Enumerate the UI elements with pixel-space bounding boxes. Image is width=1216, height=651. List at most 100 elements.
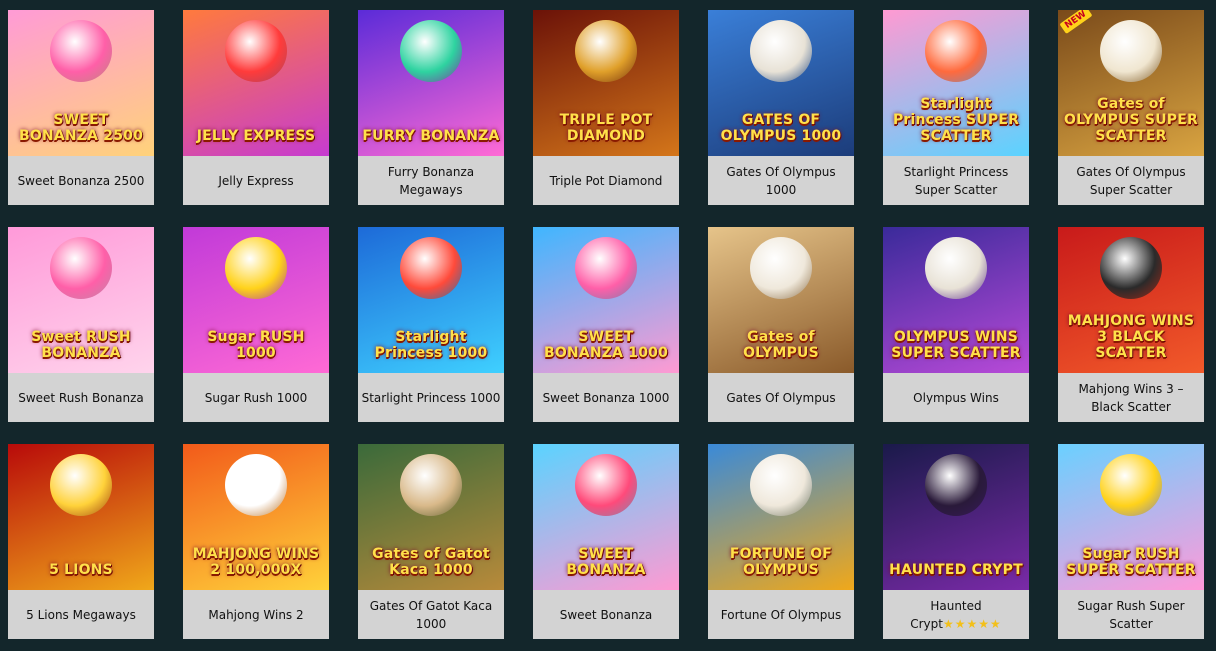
game-card[interactable]: Gates of OLYMPUS Gates Of Olympus	[708, 227, 854, 422]
game-card[interactable]: 5 LIONS 5 Lions Megaways	[8, 444, 154, 639]
game-thumbnail[interactable]: SWEET BONANZA 2500	[8, 10, 154, 156]
game-logo: SWEET BONANZA 1000	[543, 329, 669, 361]
game-card[interactable]: Starlight Princess SUPER SCATTER Starligh…	[883, 10, 1029, 205]
game-card[interactable]: GATES OF OLYMPUS 1000 Gates Of Olympus 10…	[708, 10, 854, 205]
game-card[interactable]: SWEET BONANZA 2500 Sweet Bonanza 2500	[8, 10, 154, 205]
game-thumbnail[interactable]: Sweet RUSH BONANZA	[8, 227, 154, 373]
game-title-text: Triple Pot Diamond	[549, 173, 663, 188]
game-logo: Gates of OLYMPUS	[743, 329, 819, 361]
game-thumbnail[interactable]: SWEET BONANZA 1000	[533, 227, 679, 373]
game-title[interactable]: Gates Of Gatot Kaca 1000	[358, 590, 504, 639]
game-thumbnail[interactable]: GATES OF OLYMPUS 1000	[708, 10, 854, 156]
game-artwork	[50, 237, 112, 299]
game-title-text: Sugar Rush Super Scatter	[1077, 598, 1185, 631]
game-title[interactable]: Furry Bonanza Megaways	[358, 156, 504, 205]
game-card[interactable]: SWEET BONANZA 1000 Sweet Bonanza 1000	[533, 227, 679, 422]
game-thumbnail[interactable]: Gates of Gatot Kaca 1000	[358, 444, 504, 590]
game-card[interactable]: Sugar RUSH 1000 Sugar Rush 1000	[183, 227, 329, 422]
game-title-text: Fortune Of Olympus	[720, 607, 842, 622]
game-title[interactable]: Sugar Rush Super Scatter	[1058, 590, 1204, 639]
game-artwork	[1100, 237, 1162, 299]
game-grid: SWEET BONANZA 2500 Sweet Bonanza 2500 JELL…	[0, 0, 1216, 651]
game-title[interactable]: Jelly Express	[183, 156, 329, 205]
game-artwork	[575, 20, 637, 82]
game-thumbnail[interactable]: 5 LIONS	[8, 444, 154, 590]
game-logo: Starlight Princess SUPER SCATTER	[892, 96, 1020, 144]
game-card[interactable]: HAUNTED CRYPT Haunted Crypt★★★★★	[883, 444, 1029, 639]
game-artwork	[50, 20, 112, 82]
game-card[interactable]: Gates of OLYMPUS SUPER SCATTER NEW Gates O…	[1058, 10, 1204, 205]
game-thumbnail[interactable]: FORTUNE OF OLYMPUS	[708, 444, 854, 590]
game-card[interactable]: FORTUNE OF OLYMPUS Fortune Of Olympus	[708, 444, 854, 639]
game-artwork	[400, 20, 462, 82]
game-card[interactable]: TRIPLE POT DIAMOND Triple Pot Diamond	[533, 10, 679, 205]
game-title[interactable]: Sweet Bonanza 1000	[533, 373, 679, 422]
game-title[interactable]: Starlight Princess Super Scatter	[883, 156, 1029, 205]
game-thumbnail[interactable]: TRIPLE POT DIAMOND	[533, 10, 679, 156]
game-thumbnail[interactable]: Starlight Princess 1000	[358, 227, 504, 373]
game-thumbnail[interactable]: Gates of OLYMPUS SUPER SCATTER NEW	[1058, 10, 1204, 156]
game-artwork	[925, 20, 987, 82]
game-title-text: Sugar Rush 1000	[204, 390, 308, 405]
game-logo: JELLY EXPRESS	[196, 128, 316, 144]
game-title[interactable]: Mahjong Wins 3 – Black Scatter	[1058, 373, 1204, 422]
game-title-text: Gates Of Olympus Super Scatter	[1076, 164, 1186, 197]
game-artwork	[400, 454, 462, 516]
game-card[interactable]: MAHJONG WINS 2 100,000X Mahjong Wins 2	[183, 444, 329, 639]
game-title-text: Gates Of Gatot Kaca 1000	[369, 598, 493, 631]
game-thumbnail[interactable]: HAUNTED CRYPT	[883, 444, 1029, 590]
game-title[interactable]: Sugar Rush 1000	[183, 373, 329, 422]
game-logo: SWEET BONANZA 2500	[18, 112, 144, 144]
game-thumbnail[interactable]: Sugar RUSH 1000	[183, 227, 329, 373]
game-card[interactable]: Sweet RUSH BONANZA Sweet Rush Bonanza	[8, 227, 154, 422]
game-thumbnail[interactable]: OLYMPUS WINS SUPER SCATTER	[883, 227, 1029, 373]
game-thumbnail[interactable]: MAHJONG WINS 3 BLACK SCATTER	[1058, 227, 1204, 373]
game-artwork	[225, 20, 287, 82]
game-logo: Gates of OLYMPUS SUPER SCATTER	[1064, 96, 1198, 144]
game-title[interactable]: Gates Of Olympus Super Scatter	[1058, 156, 1204, 205]
game-artwork	[750, 237, 812, 299]
game-logo: 5 LIONS	[49, 562, 113, 578]
game-title[interactable]: Haunted Crypt★★★★★	[883, 590, 1029, 639]
game-title-text: Starlight Princess 1000	[361, 390, 501, 405]
game-title[interactable]: Triple Pot Diamond	[533, 156, 679, 205]
game-artwork	[225, 454, 287, 516]
game-title-text: Gates Of Olympus	[726, 390, 836, 405]
game-card[interactable]: MAHJONG WINS 3 BLACK SCATTER Mahjong Wins…	[1058, 227, 1204, 422]
game-title[interactable]: Gates Of Olympus	[708, 373, 854, 422]
game-thumbnail[interactable]: Starlight Princess SUPER SCATTER	[883, 10, 1029, 156]
game-title[interactable]: Fortune Of Olympus	[708, 590, 854, 639]
game-logo: Gates of Gatot Kaca 1000	[372, 546, 490, 578]
game-title[interactable]: 5 Lions Megaways	[8, 590, 154, 639]
game-card[interactable]: SWEET BONANZA Sweet Bonanza	[533, 444, 679, 639]
game-title[interactable]: Mahjong Wins 2	[183, 590, 329, 639]
game-logo: OLYMPUS WINS SUPER SCATTER	[891, 329, 1021, 361]
game-title[interactable]: Sweet Bonanza 2500	[8, 156, 154, 205]
game-title-text: Sweet Bonanza	[559, 607, 653, 622]
game-card[interactable]: Sugar RUSH SUPER SCATTER Sugar Rush Super…	[1058, 444, 1204, 639]
game-thumbnail[interactable]: JELLY EXPRESS	[183, 10, 329, 156]
game-artwork	[225, 237, 287, 299]
game-title-text: Starlight Princess Super Scatter	[903, 164, 1009, 197]
game-card[interactable]: OLYMPUS WINS SUPER SCATTER Olympus Wins	[883, 227, 1029, 422]
game-thumbnail[interactable]: FURRY BONANZA	[358, 10, 504, 156]
game-artwork	[400, 237, 462, 299]
game-thumbnail[interactable]: MAHJONG WINS 2 100,000X	[183, 444, 329, 590]
game-artwork	[50, 454, 112, 516]
game-title[interactable]: Sweet Rush Bonanza	[8, 373, 154, 422]
game-title-text: Jelly Express	[218, 173, 294, 188]
game-title[interactable]: Gates Of Olympus 1000	[708, 156, 854, 205]
game-card[interactable]: JELLY EXPRESS Jelly Express	[183, 10, 329, 205]
game-logo: Sugar RUSH SUPER SCATTER	[1066, 546, 1196, 578]
game-card[interactable]: FURRY BONANZA Furry Bonanza Megaways	[358, 10, 504, 205]
game-logo: MAHJONG WINS 3 BLACK SCATTER	[1067, 313, 1195, 361]
game-thumbnail[interactable]: Gates of OLYMPUS	[708, 227, 854, 373]
game-title[interactable]: Starlight Princess 1000	[358, 373, 504, 422]
game-thumbnail[interactable]: SWEET BONANZA	[533, 444, 679, 590]
game-title[interactable]: Sweet Bonanza	[533, 590, 679, 639]
game-thumbnail[interactable]: Sugar RUSH SUPER SCATTER	[1058, 444, 1204, 590]
game-artwork	[575, 454, 637, 516]
game-card[interactable]: Gates of Gatot Kaca 1000 Gates Of Gatot K…	[358, 444, 504, 639]
game-card[interactable]: Starlight Princess 1000 Starlight Princes…	[358, 227, 504, 422]
game-title[interactable]: Olympus Wins	[883, 373, 1029, 422]
